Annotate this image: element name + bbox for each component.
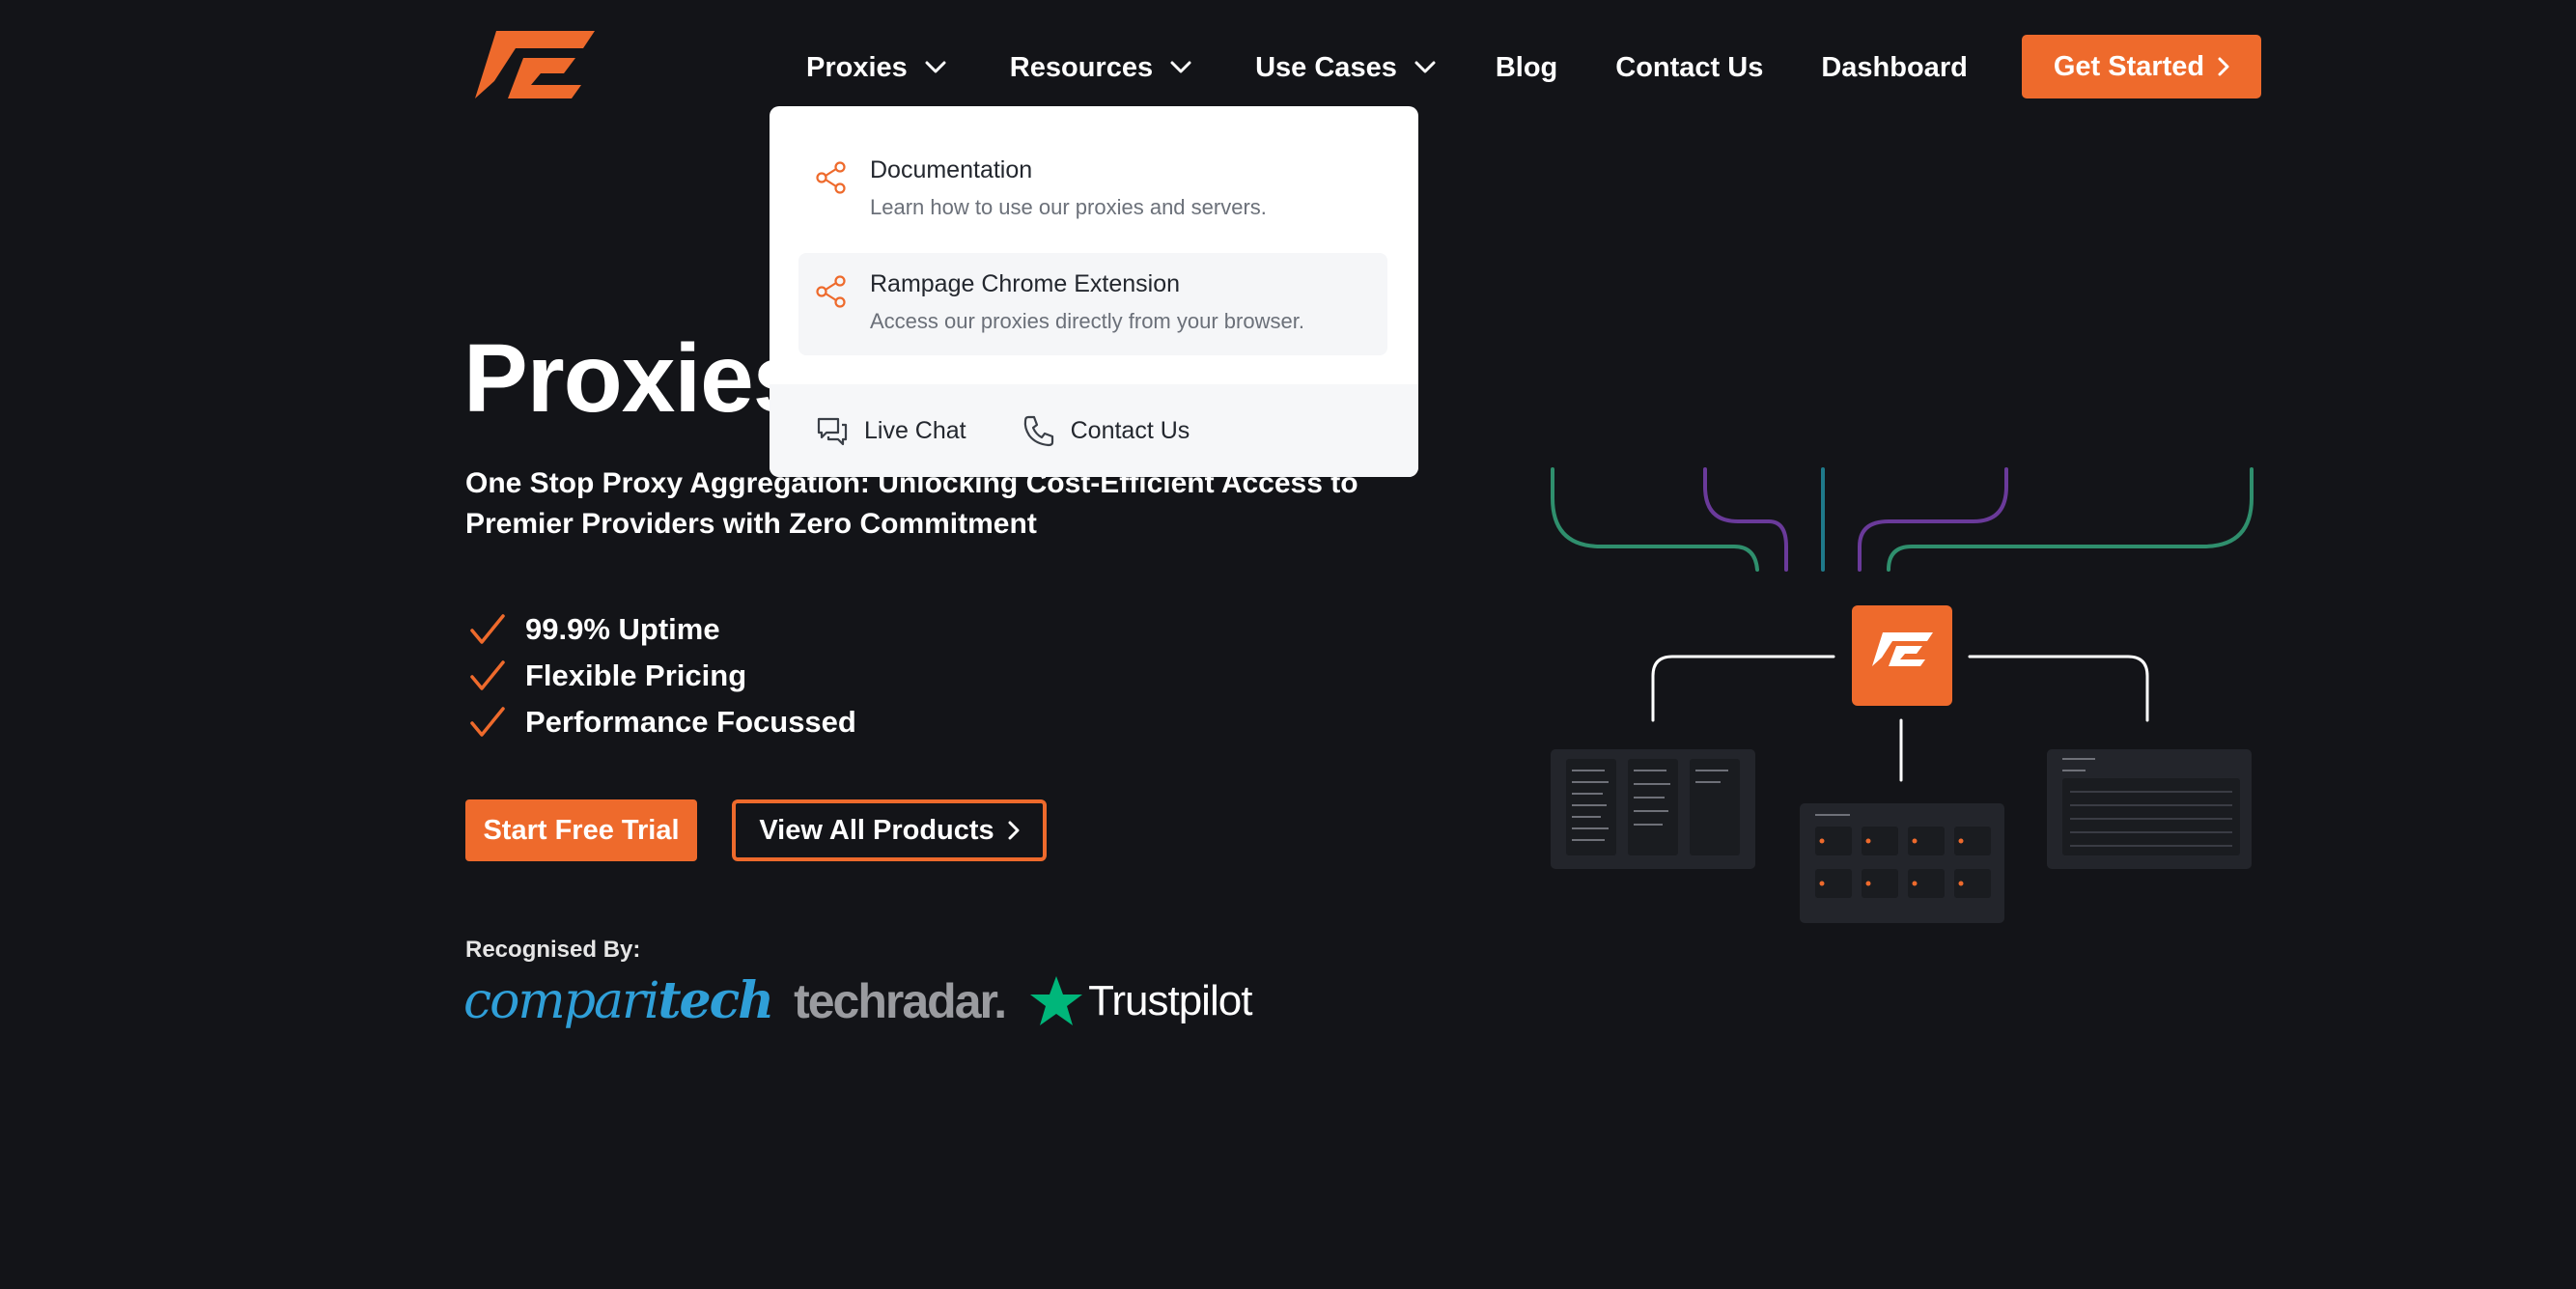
live-chat-label: Live Chat bbox=[864, 416, 966, 444]
comparitech-bold: tech bbox=[658, 971, 775, 1030]
trustpilot-label: Trustpilot bbox=[1088, 976, 1252, 1024]
share-icon bbox=[816, 275, 846, 308]
nav-proxies-label: Proxies bbox=[806, 51, 908, 83]
nav-dashboard[interactable]: Dashboard bbox=[1821, 52, 1967, 84]
view-all-products-label: View All Products bbox=[759, 814, 994, 846]
live-chat-link[interactable]: Live Chat bbox=[816, 414, 966, 447]
feature-item: Flexible Pricing bbox=[469, 653, 856, 699]
dropdown-item-title: Rampage Chrome Extension bbox=[870, 270, 1180, 297]
nav-resources[interactable]: Resources bbox=[1010, 52, 1191, 84]
comparitech-logo[interactable]: comparitech bbox=[463, 971, 775, 1030]
chat-icon bbox=[817, 417, 848, 446]
nav-dashboard-label: Dashboard bbox=[1821, 51, 1968, 83]
nav-use-cases[interactable]: Use Cases bbox=[1255, 52, 1436, 84]
dropdown-item-description: Learn how to use our proxies and servers… bbox=[870, 195, 1267, 219]
dashboard-card-left bbox=[1551, 749, 1755, 869]
recognised-by-label: Recognised By: bbox=[465, 937, 641, 963]
chevron-down-icon bbox=[1170, 61, 1191, 73]
dropdown-item-documentation[interactable]: Documentation Learn how to use our proxi… bbox=[798, 139, 1387, 241]
dropdown-item-title: Documentation bbox=[870, 156, 1033, 183]
rampage-logo-icon[interactable] bbox=[475, 31, 595, 98]
start-free-trial-button[interactable]: Start Free Trial bbox=[465, 799, 697, 861]
contact-us-label: Contact Us bbox=[1070, 416, 1190, 444]
chevron-right-icon bbox=[1008, 821, 1020, 840]
feature-item: 99.9% Uptime bbox=[469, 606, 856, 653]
share-icon bbox=[816, 161, 846, 194]
feature-item: Performance Focussed bbox=[469, 699, 856, 745]
network-illustration bbox=[1551, 467, 2254, 923]
chevron-down-icon bbox=[1414, 61, 1436, 73]
trustpilot-logo[interactable]: Trustpilot bbox=[1028, 974, 1252, 1028]
nav-resources-label: Resources bbox=[1009, 51, 1154, 83]
chevron-right-icon bbox=[2218, 57, 2229, 76]
contact-us-link[interactable]: Contact Us bbox=[1022, 414, 1190, 447]
get-started-button[interactable]: Get Started bbox=[2022, 35, 2261, 98]
dashboard-card-right bbox=[2047, 749, 2252, 869]
chevron-down-icon bbox=[925, 61, 946, 73]
dropdown-item-description: Access our proxies directly from your br… bbox=[870, 309, 1304, 333]
resources-dropdown: Documentation Learn how to use our proxi… bbox=[770, 106, 1418, 477]
nav-blog-label: Blog bbox=[1495, 51, 1558, 83]
nav-contact-us-label: Contact Us bbox=[1615, 51, 1764, 83]
dropdown-footer: Live Chat Contact Us bbox=[770, 384, 1418, 477]
recognition-logos: comparitech techradar. Trustpilot bbox=[463, 971, 1252, 1030]
nav-blog[interactable]: Blog bbox=[1496, 52, 1557, 84]
star-icon bbox=[1030, 975, 1083, 1025]
dropdown-item-chrome-extension[interactable]: Rampage Chrome Extension Access our prox… bbox=[798, 253, 1387, 355]
feature-list: 99.9% Uptime Flexible Pricing Performanc… bbox=[469, 606, 856, 745]
phone-icon bbox=[1023, 415, 1053, 447]
feature-label: Performance Focussed bbox=[525, 705, 856, 739]
dashboard-card-center bbox=[1800, 803, 2004, 923]
nav-contact-us[interactable]: Contact Us bbox=[1615, 52, 1763, 84]
get-started-label: Get Started bbox=[2053, 50, 2205, 82]
feature-label: Flexible Pricing bbox=[525, 659, 747, 692]
main-nav: Proxies Resources Use Cases Blog Contact… bbox=[806, 50, 1968, 85]
comparitech-light: compari bbox=[463, 972, 660, 1030]
check-icon bbox=[470, 707, 505, 737]
hero-title: Proxies bbox=[463, 324, 806, 433]
nav-use-cases-label: Use Cases bbox=[1255, 51, 1397, 83]
check-icon bbox=[470, 614, 505, 644]
check-icon bbox=[470, 660, 505, 690]
nav-proxies[interactable]: Proxies bbox=[806, 52, 946, 84]
view-all-products-button[interactable]: View All Products bbox=[732, 799, 1047, 861]
feature-label: 99.9% Uptime bbox=[525, 612, 720, 646]
techradar-logo[interactable]: techradar. bbox=[794, 973, 1007, 1029]
